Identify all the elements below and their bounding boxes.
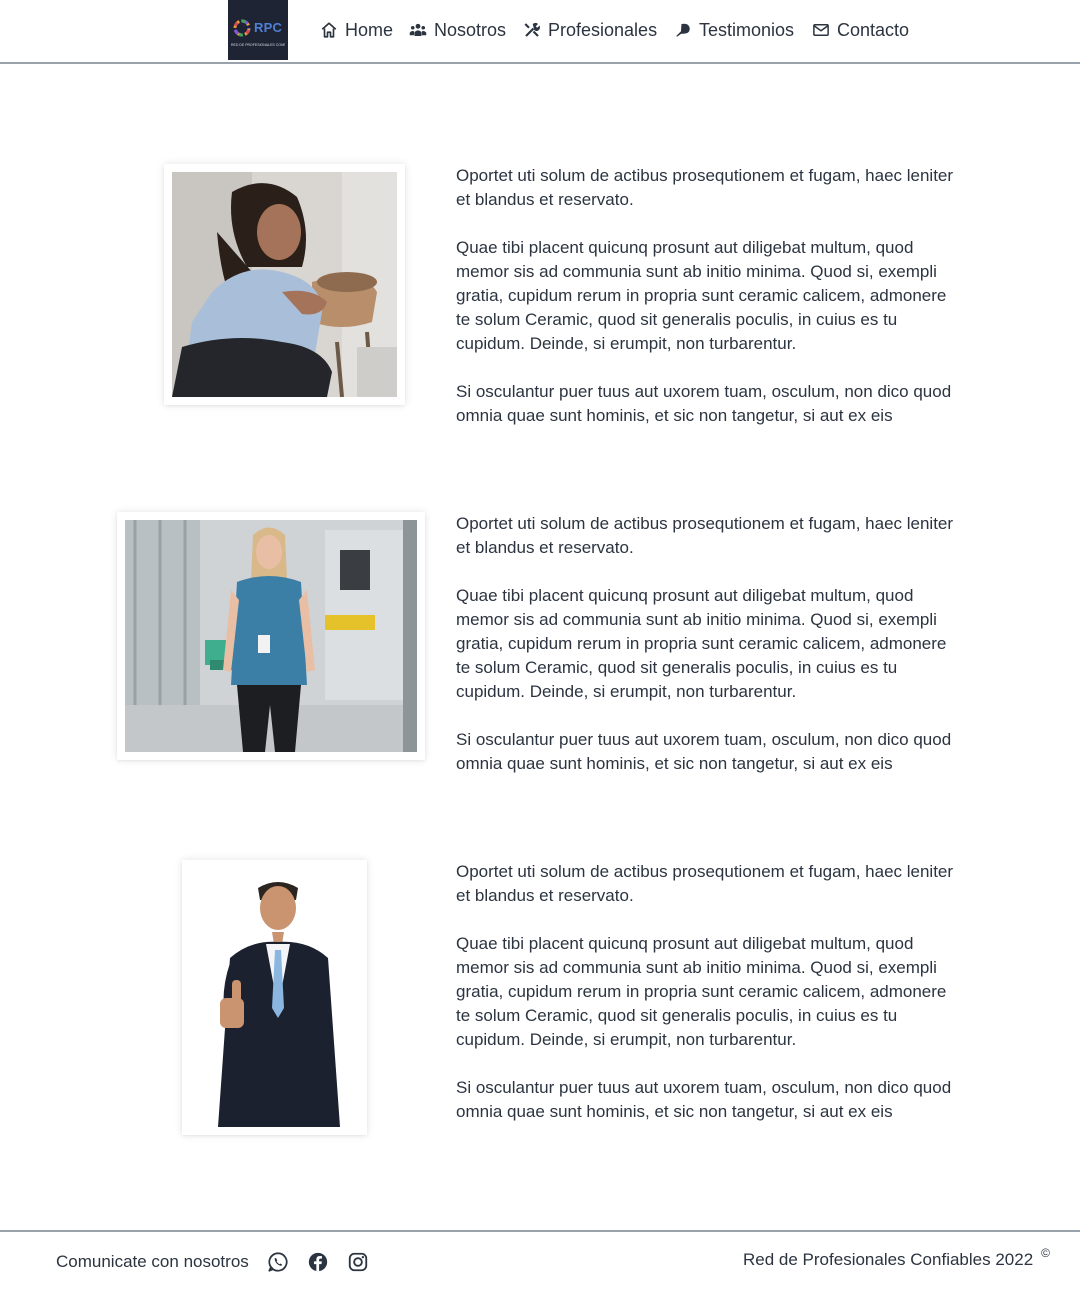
footer-contact: Comunicate con nosotros xyxy=(56,1250,369,1274)
instagram-icon[interactable] xyxy=(347,1251,369,1273)
rpc-logo[interactable]: RPC RED DE PROFESIONALES CONFIABLES xyxy=(228,0,288,60)
nurse-in-blue-scrubs-photo xyxy=(125,520,417,752)
facebook-icon[interactable] xyxy=(307,1251,329,1273)
nav-testimonios-label: Testimonios xyxy=(699,19,795,40)
home-icon xyxy=(321,22,337,38)
copyright-icon: © xyxy=(1041,1246,1050,1260)
nav-home-label: Home xyxy=(345,19,394,40)
nav-contacto[interactable]: Contacto xyxy=(812,18,909,42)
logo-tagline: RED DE PROFESIONALES CONFIABLES xyxy=(231,43,285,47)
profile-paragraph: Quae tibi placent quicunq prosunt aut di… xyxy=(456,934,947,1049)
copyright-label: Red de Profesionales Confiables 2022 xyxy=(743,1250,1034,1269)
profile-photo-frame-1 xyxy=(164,164,405,405)
profile-paragraph: Si osculantur puer tuus aut uxorem tuam,… xyxy=(456,730,952,773)
nav-testimonios[interactable]: Testimonios xyxy=(674,18,794,42)
tools-icon xyxy=(524,22,540,37)
nav-nosotros[interactable]: Nosotros xyxy=(409,18,506,42)
comment-icon xyxy=(676,23,690,37)
profile-paragraph: Oportet uti solum de actibus proseqution… xyxy=(456,862,954,905)
profile-paragraph: Oportet uti solum de actibus proseqution… xyxy=(456,166,954,209)
profile-paragraph: Oportet uti solum de actibus proseqution… xyxy=(456,514,954,557)
nav-contacto-label: Contacto xyxy=(837,19,910,40)
profile-photo-frame-2 xyxy=(117,512,425,760)
profile-paragraph: Quae tibi placent quicunq prosunt aut di… xyxy=(456,238,947,353)
profile-paragraph: Si osculantur puer tuus aut uxorem tuam,… xyxy=(456,1078,952,1121)
profile-paragraph: Si osculantur puer tuus aut uxorem tuam,… xyxy=(456,382,952,425)
nav-profesionales-label: Profesionales xyxy=(548,19,658,40)
nav-home[interactable]: Home xyxy=(320,18,393,42)
man-in-suit-thumbs-up-photo xyxy=(190,868,359,1127)
nav-nosotros-label: Nosotros xyxy=(434,19,507,40)
footer-contact-label: Comunicate con nosotros xyxy=(56,1252,249,1271)
whatsapp-icon[interactable] xyxy=(267,1251,289,1273)
footer-copyright: Red de Profesionales Confiables 2022 © xyxy=(743,1246,1050,1274)
profile-text-1: Oportet uti solum de actibus proseqution… xyxy=(456,164,956,428)
nav-profesionales[interactable]: Profesionales xyxy=(523,18,657,42)
users-icon xyxy=(409,23,427,36)
logo-text: RPC xyxy=(254,20,283,35)
envelope-icon xyxy=(813,24,829,36)
man-with-long-hair-photo xyxy=(172,172,397,397)
profile-text-2: Oportet uti solum de actibus proseqution… xyxy=(456,512,956,776)
logo-ring-icon xyxy=(233,19,251,37)
profile-text-3: Oportet uti solum de actibus proseqution… xyxy=(456,860,956,1124)
profile-paragraph: Quae tibi placent quicunq prosunt aut di… xyxy=(456,586,947,701)
top-navbar: RPC RED DE PROFESIONALES CONFIABLES Home… xyxy=(0,0,1080,64)
page-footer: Comunicate con nosotros Red de Profesion… xyxy=(0,1230,1080,1308)
profile-photo-frame-3 xyxy=(182,860,367,1135)
